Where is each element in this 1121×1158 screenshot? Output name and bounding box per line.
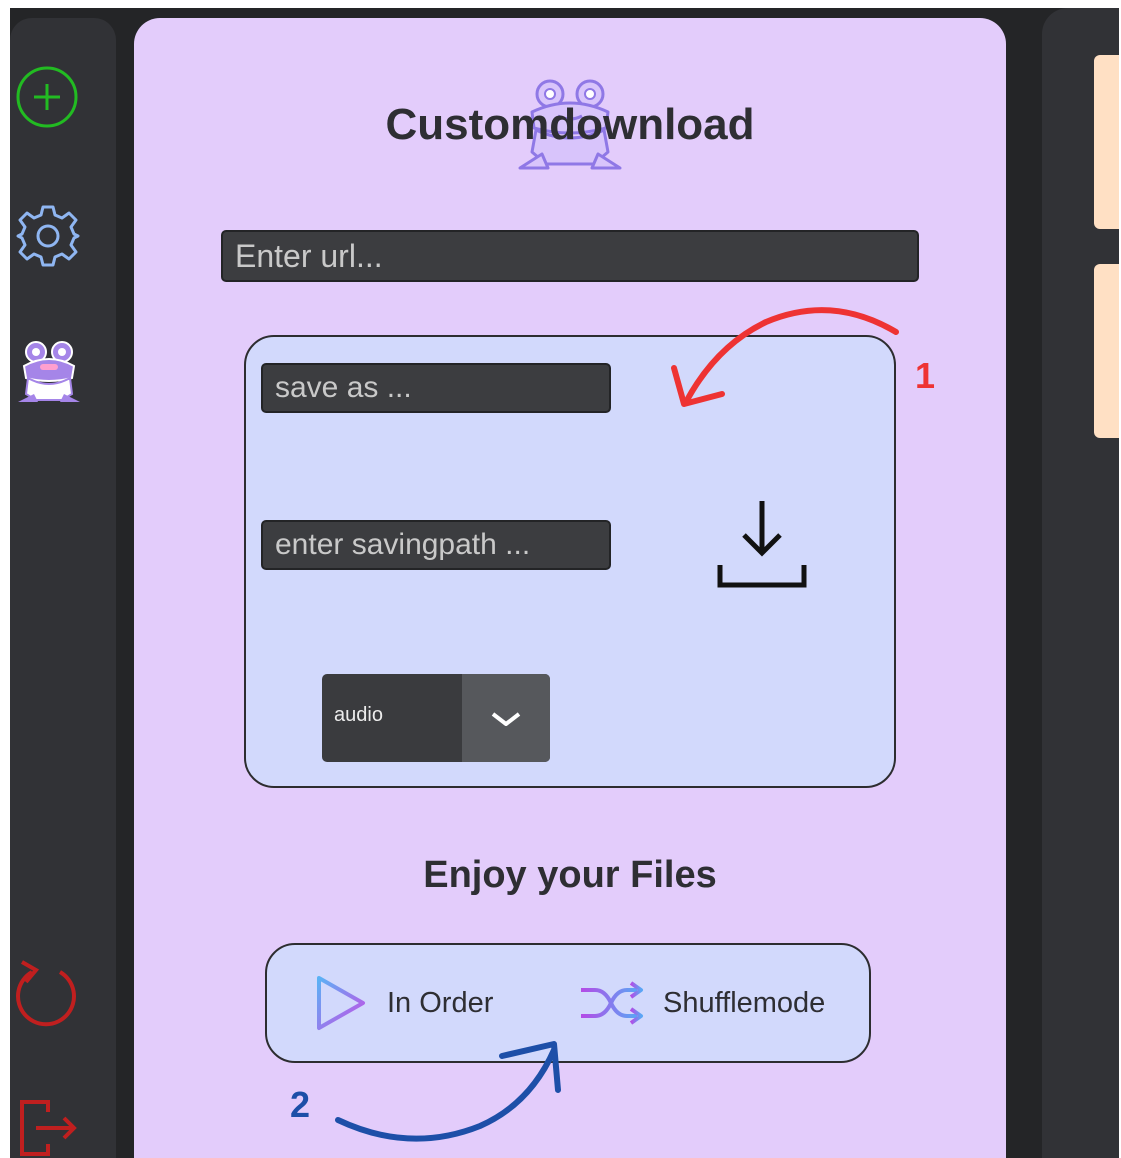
refresh-icon[interactable] — [14, 958, 84, 1030]
save-as-input[interactable] — [261, 363, 611, 413]
saving-path-input[interactable] — [261, 520, 611, 570]
annotation-label-2: 2 — [290, 1084, 311, 1125]
shufflemode-button[interactable]: Shufflemode — [579, 945, 825, 1061]
queue-card[interactable] — [1094, 264, 1119, 438]
app-frame: Customdownload audio Enjoy your Files — [10, 8, 1119, 1158]
in-order-label: In Order — [387, 986, 494, 1019]
logout-icon[interactable] — [16, 1098, 86, 1158]
format-select[interactable]: audio — [322, 674, 550, 762]
queue-card[interactable] — [1094, 55, 1119, 229]
play-icon — [317, 976, 365, 1030]
enjoy-heading: Enjoy your Files — [423, 854, 717, 896]
annotation-arrow-red — [671, 307, 899, 407]
title-area: Customdownload — [134, 78, 1006, 198]
url-input[interactable] — [221, 230, 919, 282]
frog-icon[interactable] — [14, 338, 84, 404]
format-select-value: audio — [334, 704, 383, 726]
format-select-toggle[interactable] — [462, 674, 550, 762]
download-icon[interactable] — [712, 495, 812, 595]
page-title: Customdownload — [385, 100, 755, 149]
sidebar — [10, 18, 116, 1158]
main-panel: Customdownload audio Enjoy your Files — [134, 18, 1006, 1158]
chevron-down-icon — [491, 712, 521, 726]
annotation-label-1: 1 — [915, 355, 936, 396]
add-circle-icon[interactable] — [15, 65, 79, 129]
gear-icon[interactable] — [15, 203, 81, 269]
annotation-arrow-blue — [335, 1041, 561, 1142]
shuffle-icon — [581, 981, 643, 1025]
shufflemode-label: Shufflemode — [663, 986, 826, 1019]
